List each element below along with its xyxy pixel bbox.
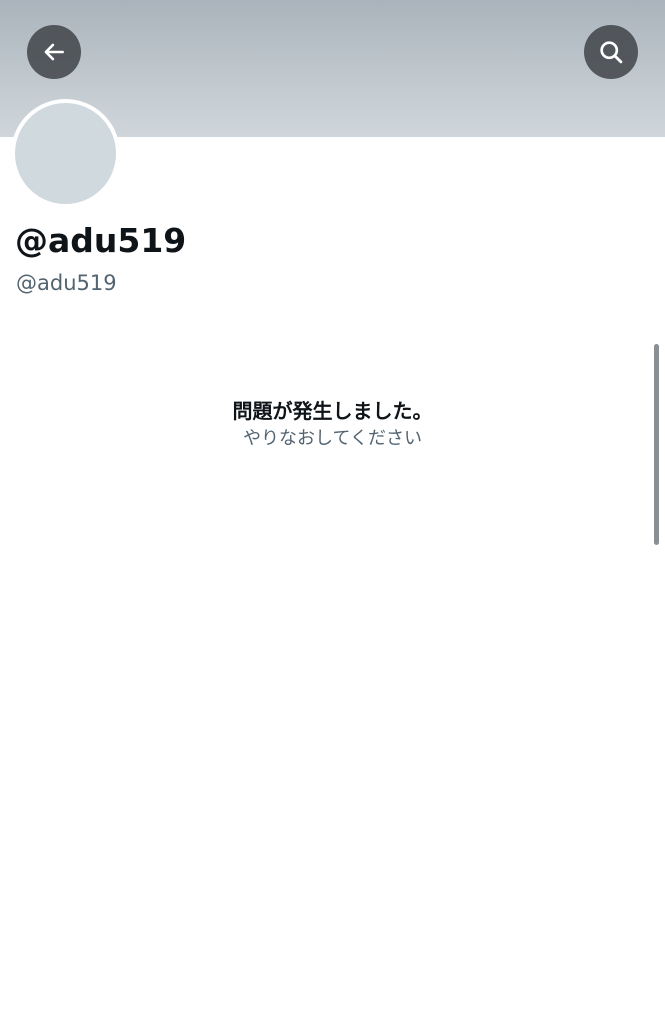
- search-button[interactable]: [584, 25, 638, 79]
- back-button[interactable]: [27, 25, 81, 79]
- profile-screen: @adu519 @adu519 問題が発生しました。 やりなおしてください: [0, 0, 665, 1024]
- profile-handle: @adu519: [16, 271, 117, 295]
- scrollbar[interactable]: [654, 344, 659, 545]
- profile-display-name: @adu519: [15, 221, 187, 260]
- search-icon: [600, 41, 623, 64]
- error-title: 問題が発生しました。: [232, 399, 433, 423]
- arrow-left-icon: [44, 43, 64, 61]
- avatar[interactable]: [11, 99, 120, 208]
- error-retry-text: やりなおしてください: [243, 428, 422, 449]
